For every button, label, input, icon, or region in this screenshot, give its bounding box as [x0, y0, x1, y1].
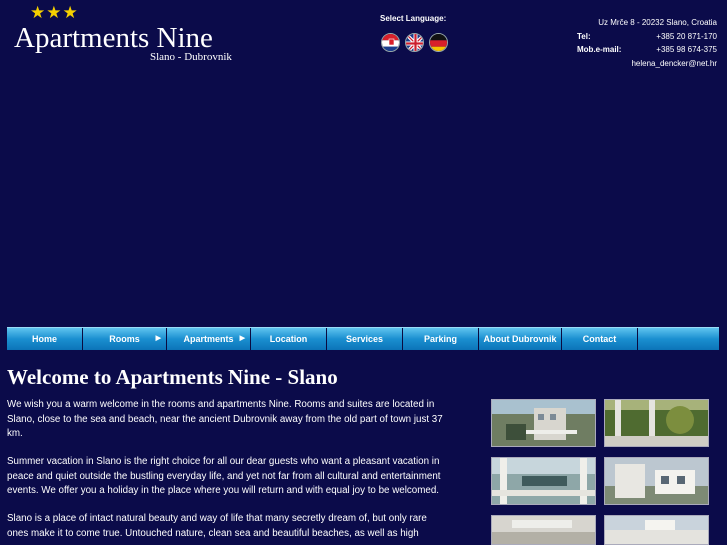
nav-label: Rooms — [109, 334, 140, 344]
rating-stars: ★★★ — [30, 3, 79, 23]
nav-label: Contact — [582, 334, 617, 344]
summer-paragraph: Summer vacation in Slano is the right ch… — [7, 456, 441, 496]
language-label: Select Language: — [380, 14, 447, 23]
nav-item-parking[interactable]: Parking — [403, 328, 479, 350]
nav-item-rooms[interactable]: Rooms ▶ — [83, 328, 167, 350]
submenu-arrow-icon: ▶ — [239, 335, 245, 342]
email-link[interactable]: helena_dencker@net.hr — [631, 59, 717, 68]
gallery-thumbnail[interactable] — [604, 399, 709, 447]
main-navigation: Home Rooms ▶ Apartments ▶ Location Servi… — [7, 327, 719, 350]
nav-item-location[interactable]: Location — [251, 328, 327, 350]
page-heading: Welcome to Apartments Nine - Slano — [7, 365, 338, 389]
german-flag-icon[interactable] — [429, 33, 448, 52]
gallery-thumbnail[interactable] — [491, 399, 596, 447]
nav-label: Location — [269, 334, 308, 344]
gallery-thumbnail[interactable] — [604, 515, 709, 545]
croatian-flag-icon[interactable] — [381, 33, 400, 52]
gallery-thumbnail[interactable] — [491, 457, 596, 505]
address-text: Uz Mrče 8 - 20232 Slano, Croatia — [598, 18, 717, 28]
nav-item-apartments[interactable]: Apartments ▶ — [167, 328, 251, 350]
submenu-arrow-icon: ▶ — [155, 335, 161, 342]
mobile-label: Mob.e-mail: — [577, 45, 622, 55]
intro-paragraph: We wish you a warm welcome in the rooms … — [7, 399, 443, 439]
contact-info: Uz Mrče 8 - 20232 Slano, Croatia Tel: +3… — [577, 16, 717, 70]
gallery-thumbnail[interactable] — [491, 515, 596, 545]
nav-item-home[interactable]: Home — [7, 328, 83, 350]
site-subtitle: Slano - Dubrovnik — [150, 51, 232, 63]
gallery-thumbnail[interactable] — [604, 457, 709, 505]
nature-paragraph: Slano is a place of intact natural beaut… — [7, 513, 427, 539]
tel-label: Tel: — [577, 31, 591, 41]
english-flag-icon[interactable] — [405, 33, 424, 52]
nav-label: Services — [345, 334, 384, 344]
nav-item-contact[interactable]: Contact — [562, 328, 638, 350]
nav-item-about-dubrovnik[interactable]: About Dubrovnik — [479, 328, 562, 350]
mobile-value: +385 98 674-375 — [656, 45, 717, 55]
nav-label: Apartments — [183, 334, 234, 344]
nav-item-services[interactable]: Services — [327, 328, 403, 350]
nav-label: About Dubrovnik — [483, 334, 557, 344]
nav-label: Home — [31, 334, 57, 344]
language-selector — [381, 33, 448, 52]
tel-value: +385 20 871-170 — [656, 31, 717, 41]
nav-label: Parking — [423, 334, 457, 344]
